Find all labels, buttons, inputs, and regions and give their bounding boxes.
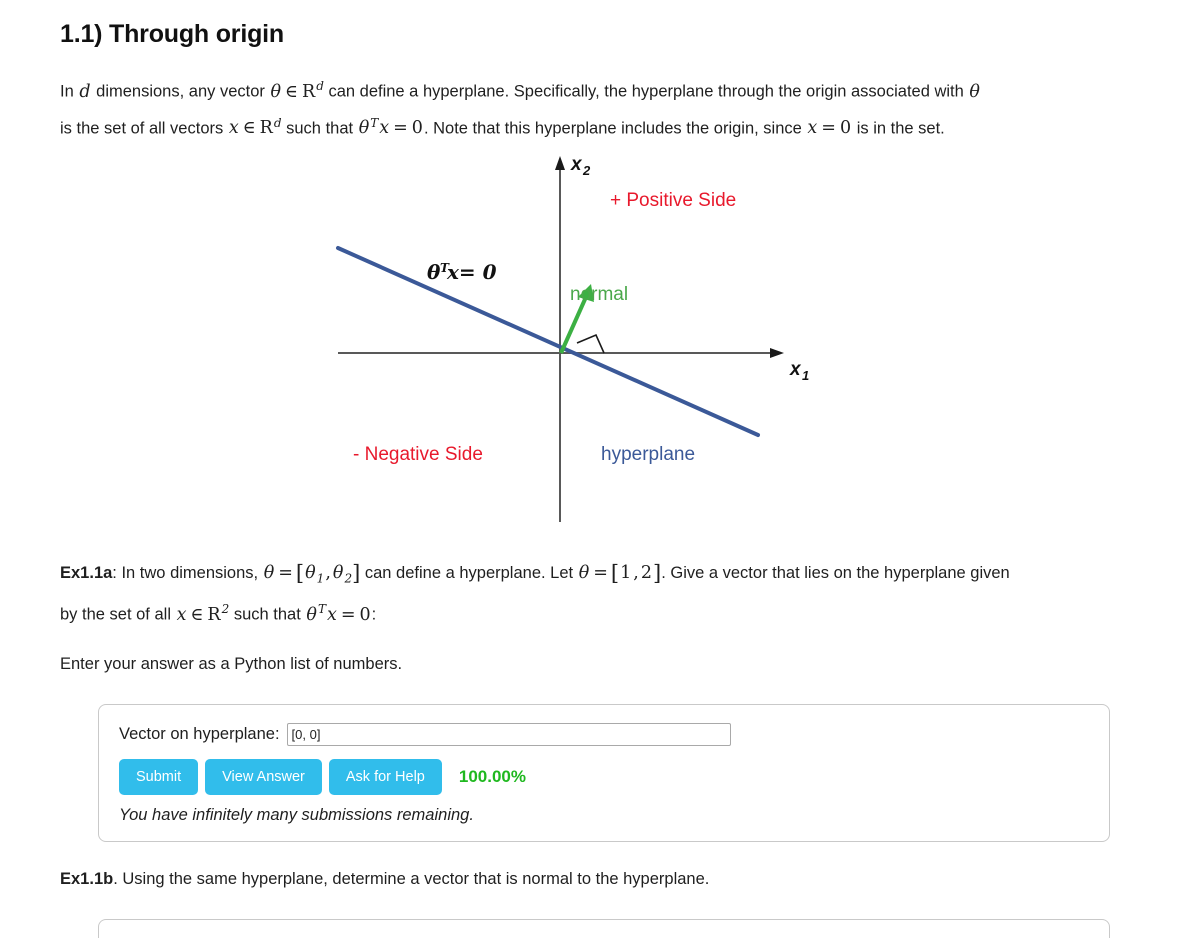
exercise-a-text-run: : In two dimensions, bbox=[112, 564, 263, 582]
intro-paragraph: In d dimensions, any vector θ ∈ Rd can def… bbox=[60, 71, 1140, 144]
answer-card-a: Vector on hyperplane: Submit View Answer… bbox=[98, 703, 1110, 843]
exercise-a-text-run: can define a hyperplane. Let bbox=[360, 564, 578, 582]
answer-format-instruction: Enter your answer as a Python list of nu… bbox=[60, 654, 403, 673]
intro-text-run: dimensions, any vector bbox=[91, 82, 270, 101]
submissions-remaining-note: You have infinitely many submissions rem… bbox=[119, 806, 474, 825]
math-element-of: ∈ bbox=[285, 81, 298, 102]
exercise-page: 1.1) Through origin In d dimensions, any… bbox=[0, 0, 1200, 938]
intro-text-run: . Note that this hyperplane includes the… bbox=[423, 119, 807, 137]
math-var-theta: θ bbox=[270, 81, 282, 102]
hyperplane-diagram: x 2 x 1 θ T x= 0 + Positive Side - Negat… bbox=[336, 154, 809, 522]
exercise-a-label: Ex1.1a bbox=[60, 564, 113, 582]
math-equals: = bbox=[340, 604, 356, 625]
positive-side-label: + Positive Side bbox=[610, 190, 736, 211]
math-var-theta: θ bbox=[578, 563, 590, 583]
exercise-a-text-run: . Give a vector that lies on the hyperpl… bbox=[661, 564, 1010, 582]
answer-button-row: Submit View Answer Ask for Help 100.00% bbox=[119, 758, 1089, 796]
ask-for-help-button[interactable]: Ask for Help bbox=[328, 758, 442, 796]
math-var-theta: θ bbox=[969, 81, 980, 102]
math-var-theta2: θ bbox=[332, 563, 344, 583]
y-axis-label: x bbox=[570, 154, 583, 175]
math-bracket-open: [ bbox=[610, 561, 620, 585]
math-superscript-T: T bbox=[317, 602, 326, 617]
y-axis-label-subscript: 2 bbox=[582, 163, 591, 178]
vector-on-hyperplane-input[interactable] bbox=[286, 722, 731, 746]
exercise-a-text-run: by the set of all bbox=[60, 605, 176, 624]
negative-side-label: - Negative Side bbox=[353, 444, 483, 465]
math-superscript-d: d bbox=[273, 115, 282, 130]
x-axis-label-subscript: 1 bbox=[802, 368, 809, 383]
math-bracket-open: [ bbox=[295, 561, 305, 585]
hyperplane-equation-rest: x= 0 bbox=[446, 260, 497, 284]
intro-text-run: In bbox=[60, 82, 79, 101]
hyperplane-label: hyperplane bbox=[601, 444, 695, 465]
math-comma: , bbox=[325, 563, 331, 583]
intro-text-run: can define a hyperplane. Specifically, t… bbox=[323, 82, 969, 101]
intro-text-run: such that bbox=[281, 119, 358, 137]
x-axis-label: x bbox=[789, 359, 802, 380]
hyperplane-line bbox=[336, 246, 760, 437]
math-equals: = bbox=[278, 563, 293, 583]
math-superscript-d: d bbox=[316, 79, 324, 93]
math-set-R: R bbox=[207, 604, 221, 625]
math-var-x: x bbox=[379, 118, 390, 138]
x-axis-arrowhead-icon bbox=[770, 348, 784, 358]
answer-card-b bbox=[98, 919, 1110, 938]
exercise-b-label: Ex1.1b bbox=[60, 870, 114, 889]
normal-label: normal bbox=[570, 284, 628, 305]
page-title: 1.1) Through origin bbox=[60, 20, 284, 48]
math-var-theta: θ bbox=[358, 118, 370, 138]
math-number-one: 1 bbox=[620, 563, 632, 583]
math-var-x: x bbox=[228, 118, 239, 138]
exercise-a-text-run: : bbox=[371, 605, 377, 624]
intro-text-run: is in the set. bbox=[852, 119, 945, 137]
right-angle-marker-icon bbox=[576, 333, 605, 354]
math-set-R: R bbox=[259, 118, 273, 138]
math-var-theta1: θ bbox=[305, 563, 316, 583]
math-equals: = bbox=[593, 563, 608, 583]
math-element-of: ∈ bbox=[190, 604, 204, 625]
answer-field-row: Vector on hyperplane: bbox=[119, 722, 1089, 746]
math-zero: 0 bbox=[411, 118, 423, 138]
math-number-two: 2 bbox=[640, 563, 652, 583]
exercise-a-text-run: such that bbox=[229, 605, 306, 624]
math-element-of: ∈ bbox=[242, 118, 256, 138]
math-set-R: R bbox=[302, 81, 316, 102]
math-equals: = bbox=[821, 118, 836, 138]
math-zero: 0 bbox=[359, 604, 371, 625]
math-var-d: d bbox=[79, 81, 91, 102]
normal-vector-line bbox=[559, 296, 588, 354]
math-zero: 0 bbox=[839, 118, 852, 138]
submit-button[interactable]: Submit bbox=[119, 758, 199, 796]
answer-field-label: Vector on hyperplane: bbox=[119, 724, 280, 743]
math-subscript-2: 2 bbox=[344, 571, 353, 586]
view-answer-button[interactable]: View Answer bbox=[205, 758, 322, 796]
math-bracket-close: ] bbox=[652, 561, 662, 585]
exercise-b-text-run: . Using the same hyperplane, determine a… bbox=[113, 870, 710, 889]
intro-text-run: is the set of all vectors bbox=[60, 119, 228, 137]
math-var-x: x bbox=[326, 604, 337, 625]
math-var-x: x bbox=[176, 604, 187, 625]
score-badge: 100.00% bbox=[458, 767, 526, 787]
exercise-a-prompt: Ex1.1a: In two dimensions, θ = [θ1, θ2] can… bbox=[60, 558, 1140, 631]
hyperplane-equation-theta: θ bbox=[427, 260, 441, 284]
figure-container: x 2 x 1 θ T x= 0 + Positive Side - Negat… bbox=[60, 150, 1140, 540]
math-comma: , bbox=[633, 563, 639, 583]
math-var-x: x bbox=[807, 118, 818, 138]
exercise-b-prompt: Ex1.1b. Using the same hyperplane, deter… bbox=[60, 864, 1140, 895]
y-axis-arrowhead-icon bbox=[555, 156, 565, 170]
math-equals: = bbox=[393, 118, 408, 138]
math-var-theta: θ bbox=[306, 604, 317, 625]
math-var-theta: θ bbox=[263, 563, 275, 583]
